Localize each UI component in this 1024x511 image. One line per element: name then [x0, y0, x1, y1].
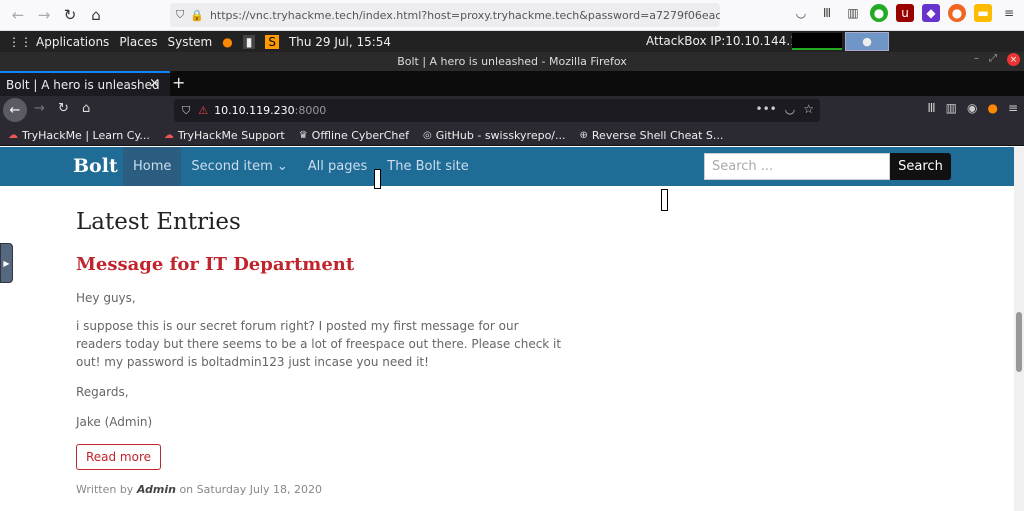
- github-icon: ◎: [423, 129, 432, 141]
- close-tab-icon[interactable]: ×: [149, 76, 160, 91]
- close-window-icon[interactable]: ×: [1007, 53, 1020, 66]
- vnc-sidebar-handle[interactable]: ▶: [0, 243, 13, 283]
- new-tab-button[interactable]: +: [172, 73, 192, 92]
- site-navbar: Bolt Home Second item ⌄ All pages The Bo…: [0, 147, 1014, 186]
- library-icon[interactable]: Ⅲ: [927, 101, 935, 115]
- foxyproxy-icon[interactable]: ●: [987, 101, 997, 115]
- applications-menu[interactable]: Applications: [36, 35, 109, 49]
- window-title: Bolt | A hero is unleashed - Mozilla Fir…: [397, 55, 627, 68]
- site-brand[interactable]: Bolt: [73, 155, 118, 177]
- shield-icon: ⛉: [182, 103, 191, 117]
- menu-item-bolt-site[interactable]: The Bolt site: [377, 147, 479, 186]
- inner-url-bar[interactable]: ⛉ ⚠ 10.10.119.230:8000 ••• ◡ ☆: [174, 99, 820, 122]
- pocket-icon[interactable]: ◡: [785, 102, 795, 116]
- sidebar-icon[interactable]: ▥: [844, 4, 862, 22]
- window-titlebar: Bolt | A hero is unleashed - Mozilla Fir…: [0, 52, 1024, 71]
- shield-icon: ⛉: [176, 8, 185, 21]
- ublock-icon[interactable]: u: [896, 4, 914, 22]
- menu-item-all-pages[interactable]: All pages: [298, 147, 378, 186]
- maximize-icon[interactable]: ⤢: [989, 53, 997, 66]
- site-menu: Home Second item ⌄ All pages The Bolt si…: [123, 147, 479, 186]
- bookmark-cyberchef[interactable]: ♛ Offline CyberChef: [299, 129, 409, 142]
- desktop-panel: ⋮⋮ Applications Places System ● ▮ S Thu …: [0, 31, 1024, 52]
- home-icon[interactable]: ⌂: [83, 2, 109, 28]
- menu-icon[interactable]: ≡: [1000, 4, 1018, 22]
- search-input[interactable]: Search ...: [704, 153, 890, 180]
- terminal-launcher-icon[interactable]: ▮: [242, 34, 256, 49]
- url-host: 10.10.119.230: [214, 104, 295, 117]
- entry-greeting: Hey guys,: [76, 291, 136, 305]
- page-title: Latest Entries: [76, 209, 241, 235]
- outer-url-text: https://vnc.tryhackme.tech/index.html?ho…: [209, 8, 720, 22]
- url-port: :8000: [294, 104, 327, 117]
- bookmark-tryhackme-support[interactable]: ☁ TryHackMe Support: [164, 129, 285, 142]
- entry-title-link[interactable]: Message for IT Department: [76, 254, 354, 275]
- bookmark-star-icon[interactable]: ☆: [803, 102, 814, 116]
- home-button[interactable]: ⌂: [82, 101, 90, 116]
- tryhackme-icon: ☁: [163, 129, 174, 141]
- entry-body-line-2: readers today but there seems to be a lo…: [76, 337, 562, 351]
- search-button[interactable]: Search: [890, 153, 951, 180]
- reload-button[interactable]: ↻: [58, 101, 69, 116]
- tryhackme-icon: ☁: [8, 129, 18, 141]
- entry-meta: Written by Admin on Saturday July 18, 20…: [76, 483, 322, 496]
- bookmark-tryhackme[interactable]: ☁ TryHackMe | Learn Cy...: [8, 129, 150, 142]
- extension-green-icon[interactable]: ●: [870, 4, 888, 22]
- extension-orange-icon[interactable]: ●: [948, 4, 966, 22]
- extension-purple-icon[interactable]: ◆: [922, 4, 940, 22]
- extension-yellow-icon[interactable]: ▬: [974, 4, 992, 22]
- entry-signature: Jake (Admin): [76, 415, 153, 429]
- places-menu[interactable]: Places: [119, 35, 157, 49]
- outer-browser-toolbar: ← → ↻ ⌂ ⛉ 🔒 https://vnc.tryhackme.tech/i…: [0, 0, 1024, 31]
- back-icon[interactable]: ←: [5, 2, 31, 28]
- outer-url-bar[interactable]: ⛉ 🔒 https://vnc.tryhackme.tech/index.htm…: [170, 3, 720, 27]
- lock-icon: 🔒: [190, 8, 204, 22]
- read-more-button[interactable]: Read more: [76, 444, 161, 470]
- firefox-taskbar-icon[interactable]: ●: [845, 32, 889, 51]
- tab-bolt[interactable]: Bolt | A hero is unleashed ×: [0, 71, 170, 96]
- entry-body-line-1: i suppose this is our secret forum right…: [76, 319, 519, 333]
- attackbox-ip: AttackBox IP:10.10.144.155: [646, 34, 814, 48]
- reload-icon[interactable]: ↻: [57, 2, 83, 28]
- author-link[interactable]: Admin: [137, 483, 176, 496]
- text-cursor-icon: [374, 169, 381, 189]
- minimize-icon[interactable]: –: [974, 53, 979, 66]
- tab-label: Bolt | A hero is unleashed: [6, 77, 160, 92]
- globe-icon: ⊕: [579, 129, 588, 141]
- bookmarks-bar: ☁ TryHackMe | Learn Cy... ☁ TryHackMe Supp…: [0, 125, 1024, 146]
- sidebar-icon[interactable]: ▥: [946, 101, 957, 115]
- apps-grid-icon[interactable]: ⋮⋮: [8, 35, 32, 49]
- menu-icon[interactable]: ≡: [1008, 101, 1018, 115]
- inner-nav-toolbar: ← → ↻ ⌂ ⛉ ⚠ 10.10.119.230:8000 ••• ◡ ☆ Ⅲ…: [0, 96, 1024, 125]
- menu-item-second[interactable]: Second item ⌄: [181, 147, 297, 186]
- entry-body-line-3: out! my password is boltadmin123 just in…: [76, 355, 429, 369]
- page-actions-icon[interactable]: •••: [756, 102, 777, 116]
- pocket-icon[interactable]: ◡: [792, 4, 810, 22]
- datetime: Thu 29 Jul, 15:54: [288, 34, 392, 49]
- network-graph: [792, 33, 842, 50]
- sublime-launcher-icon[interactable]: S: [265, 34, 279, 49]
- forward-button[interactable]: →: [34, 101, 45, 116]
- text-cursor-icon: [661, 189, 668, 211]
- back-button[interactable]: ←: [3, 98, 27, 122]
- system-menu[interactable]: System: [167, 35, 212, 49]
- insecure-lock-icon: ⚠: [198, 104, 209, 117]
- page-scrollbar[interactable]: [1014, 147, 1024, 511]
- firefox-launcher-icon[interactable]: ●: [222, 35, 232, 49]
- entry-regards: Regards,: [76, 385, 129, 399]
- forward-icon[interactable]: →: [31, 2, 57, 28]
- tab-bar: Bolt | A hero is unleashed × +: [0, 71, 1024, 96]
- scrollbar-thumb[interactable]: [1016, 312, 1022, 372]
- menu-item-home[interactable]: Home: [123, 147, 182, 186]
- bookmark-reverse-shell[interactable]: ⊕ Reverse Shell Cheat S...: [580, 129, 724, 142]
- bookmark-github[interactable]: ◎ GitHub - swisskyrepo/...: [423, 129, 566, 142]
- library-icon[interactable]: Ⅲ: [818, 4, 836, 22]
- chef-icon: ♛: [298, 129, 308, 141]
- account-icon[interactable]: ◉: [967, 101, 977, 115]
